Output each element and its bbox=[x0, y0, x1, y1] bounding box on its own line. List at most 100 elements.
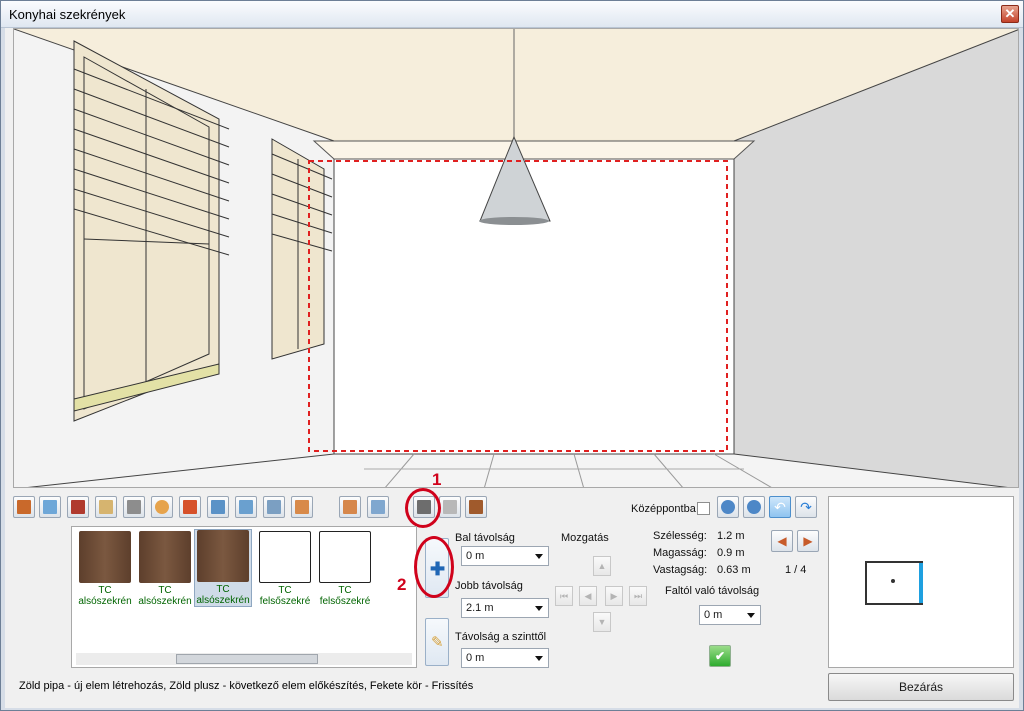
lamp-button[interactable] bbox=[151, 496, 173, 518]
catalog-item-sub: felsőszekré bbox=[259, 596, 311, 607]
catalog-item-3[interactable]: TC alsószekrén bbox=[194, 529, 252, 607]
window-title: Konyhai szekrények bbox=[9, 7, 126, 22]
jobb-value: 2.1 m bbox=[466, 602, 494, 614]
door-button[interactable] bbox=[13, 496, 35, 518]
annotation-circle-1 bbox=[405, 488, 441, 528]
countertop-button[interactable] bbox=[235, 496, 257, 518]
catalog-item-sub: alsószekrén bbox=[196, 595, 250, 606]
tap-icon bbox=[443, 500, 457, 514]
sink-icon bbox=[127, 500, 141, 514]
minimap-wall-highlight bbox=[919, 563, 923, 603]
pencil-icon: ✎ bbox=[431, 634, 444, 651]
redo-button[interactable]: ↷ bbox=[795, 496, 817, 518]
catalog-scrollbar[interactable] bbox=[76, 653, 412, 665]
catalog-item-name: TC bbox=[216, 584, 230, 595]
bal-select[interactable]: 0 m bbox=[461, 546, 549, 566]
szelesseg-value: 1.2 m bbox=[717, 530, 745, 542]
close-dialog-button[interactable]: Bezárás bbox=[828, 673, 1014, 701]
cabinet-icon bbox=[71, 500, 85, 514]
catalog-item-5[interactable]: TC felsőszekré bbox=[316, 531, 374, 607]
redo-icon: ↷ bbox=[800, 498, 812, 515]
jobb-label: Jobb távolság bbox=[455, 580, 523, 592]
sink-button[interactable] bbox=[123, 496, 145, 518]
magassag-label: Magasság: bbox=[653, 547, 707, 559]
room-3d-viewport[interactable] bbox=[13, 28, 1019, 488]
undo-icon: ↶ bbox=[774, 498, 786, 515]
tap-button[interactable] bbox=[439, 496, 461, 518]
title-bar: Konyhai szekrények ✕ bbox=[1, 1, 1023, 28]
shelf-button-2[interactable] bbox=[367, 496, 389, 518]
cabinet-thumbnail bbox=[139, 531, 191, 583]
picture-button[interactable] bbox=[207, 496, 229, 518]
catalog-item-name: TC bbox=[278, 585, 292, 596]
catalog-item-sub: alsószekrén bbox=[138, 596, 192, 607]
catalog-item-name: TC bbox=[338, 585, 352, 596]
move-far-right-button[interactable]: ⏭ bbox=[629, 586, 647, 606]
move-right-button[interactable]: ▶ bbox=[605, 586, 623, 606]
page-indicator: 1 / 4 bbox=[785, 564, 807, 576]
arrow-right-icon: ▶ bbox=[803, 534, 813, 548]
catalog-item-sub: alsószekrén bbox=[78, 596, 132, 607]
move-left-button[interactable]: ◀ bbox=[579, 586, 597, 606]
shelf-icon bbox=[343, 500, 357, 514]
check-icon: ✔ bbox=[714, 649, 726, 663]
next-page-button[interactable]: ▶ bbox=[797, 530, 819, 552]
picture-icon bbox=[211, 500, 225, 514]
szint-select[interactable]: 0 m bbox=[461, 648, 549, 668]
create-element-button[interactable]: ✔ bbox=[709, 645, 731, 667]
szint-label: Távolság a szinttől bbox=[455, 631, 547, 643]
zoom-out-icon bbox=[747, 500, 761, 514]
window-button[interactable] bbox=[39, 496, 61, 518]
lamp-icon bbox=[155, 500, 169, 514]
mozgatas-label: Mozgatás bbox=[561, 532, 609, 544]
annotation-number-2: 2 bbox=[397, 575, 407, 594]
catalog-item-1[interactable]: TC alsószekrén bbox=[76, 531, 134, 607]
floor-plan-minimap[interactable] bbox=[828, 496, 1014, 668]
catalog-item-sub: felsőszekré bbox=[319, 596, 371, 607]
minimap-room bbox=[865, 561, 923, 605]
catalog-item-name: TC bbox=[158, 585, 172, 596]
window-icon bbox=[43, 500, 57, 514]
vastagsag-label: Vastagság: bbox=[653, 564, 708, 576]
zoom-out-button[interactable] bbox=[743, 496, 765, 518]
jobb-select[interactable]: 2.1 m bbox=[461, 598, 549, 618]
edit-button[interactable]: ✎ bbox=[425, 618, 449, 666]
cabinet-thumbnail bbox=[319, 531, 371, 583]
falttol-select[interactable]: 0 m bbox=[699, 605, 761, 625]
door-frame-button[interactable] bbox=[465, 496, 487, 518]
door-icon bbox=[17, 500, 31, 514]
chevron-down-icon bbox=[747, 613, 755, 618]
undo-button[interactable]: ↶ bbox=[769, 496, 791, 518]
cabinet-button[interactable] bbox=[67, 496, 89, 518]
countertop-button-3[interactable] bbox=[291, 496, 313, 518]
countertop-button-2[interactable] bbox=[263, 496, 285, 518]
falttol-value: 0 m bbox=[704, 609, 723, 621]
center-checkbox[interactable] bbox=[697, 502, 710, 515]
fridge-button[interactable] bbox=[179, 496, 201, 518]
catalog-scroll-thumb[interactable] bbox=[176, 654, 318, 664]
arrow-left-icon: ◀ bbox=[777, 534, 787, 548]
falttol-label: Faltól való távolság bbox=[665, 585, 760, 597]
move-down-button[interactable]: ▼ bbox=[593, 612, 611, 632]
move-far-left-button[interactable]: ⏮ bbox=[555, 586, 573, 606]
shelf-button[interactable] bbox=[339, 496, 361, 518]
close-window-button[interactable]: ✕ bbox=[1001, 5, 1019, 23]
annotation-circle-2 bbox=[414, 536, 454, 598]
bal-value: 0 m bbox=[466, 550, 485, 562]
zoom-in-button[interactable] bbox=[717, 496, 739, 518]
magassag-value: 0.9 m bbox=[717, 547, 745, 559]
catalog-item-4[interactable]: TC felsőszekré bbox=[256, 531, 314, 607]
fridge-icon bbox=[183, 500, 197, 514]
client-area: Középpontba ↶ ↷ 1 TC alsószekrén TC alsó… bbox=[5, 28, 1019, 708]
move-up-button[interactable]: ▲ bbox=[593, 556, 611, 576]
panel-icon bbox=[99, 500, 113, 514]
status-hint: Zöld pipa - új elem létrehozás, Zöld plu… bbox=[19, 680, 474, 692]
prev-page-button[interactable]: ◀ bbox=[771, 530, 793, 552]
countertop-icon bbox=[239, 500, 253, 514]
annotation-number-1: 1 bbox=[432, 470, 442, 489]
panel-button[interactable] bbox=[95, 496, 117, 518]
catalog-item-2[interactable]: TC alsószekrén bbox=[136, 531, 194, 607]
bal-label: Bal távolság bbox=[455, 532, 515, 544]
center-label: Középpontba bbox=[631, 503, 696, 515]
chevron-down-icon bbox=[535, 554, 543, 559]
